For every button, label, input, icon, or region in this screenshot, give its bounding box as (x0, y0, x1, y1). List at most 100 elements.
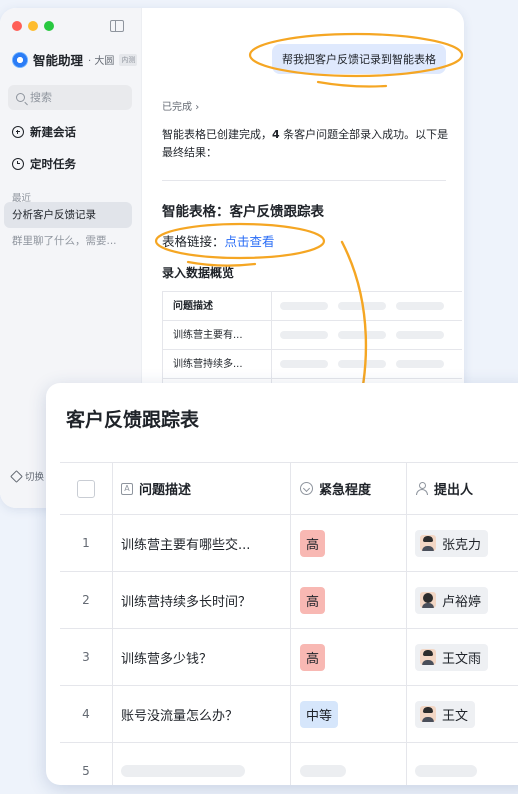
preview-cell: 训练营持续多... (162, 350, 272, 378)
minimize-window-button[interactable] (28, 21, 38, 31)
switch-label: 切换 (25, 472, 45, 483)
overview-title: 录入数据概览 (162, 266, 235, 280)
preview-header-cell: 问题描述 (162, 292, 272, 320)
reporter-cell[interactable]: 卢裕婷 (407, 572, 518, 628)
user-message-bubble: 帮我把客户反馈记录到智能表格 (272, 44, 446, 74)
table-link-label: 表格链接： (162, 234, 225, 249)
person-chip: 王文 (415, 700, 476, 728)
desc-cell[interactable]: 训练营主要有哪些交... (113, 515, 291, 571)
person-chip: 王文雨 (415, 643, 489, 671)
placeholder-cells (272, 292, 462, 320)
text-field-icon: A (121, 482, 133, 495)
column-reporter-label: 提出人 (434, 483, 474, 498)
preview-cell: 训练营主要有... (162, 321, 272, 349)
select-field-icon (300, 482, 313, 495)
table-header: A 问题描述 紧急程度 提出人 (60, 463, 518, 515)
avatar (420, 706, 436, 722)
close-window-button[interactable] (12, 21, 22, 31)
sidebar-toggle-icon[interactable] (110, 20, 124, 32)
result-table-title: 智能表格：客户反馈跟踪表 (162, 204, 324, 220)
reply-count: 4 (272, 128, 280, 141)
preview-table-header: 问题描述 (162, 292, 462, 321)
avatar (420, 649, 436, 665)
completed-label: 已完成 (162, 102, 192, 113)
new-chat-label: 新建会话 (30, 125, 76, 139)
urgency-cell[interactable]: 中等 (291, 686, 407, 742)
column-desc-label: 问题描述 (139, 483, 192, 498)
person-name: 卢裕婷 (442, 594, 482, 610)
scheduled-task-button[interactable]: 定时任务 (12, 156, 76, 172)
urgency-cell[interactable] (291, 743, 407, 785)
desc-cell[interactable] (113, 743, 291, 785)
sheet-card: 客户反馈跟踪表 A 问题描述 紧急程度 提出人 1 训练营主要有哪些交... 高 (46, 383, 518, 785)
table-row[interactable]: 2 训练营持续多长时间？ 高 卢裕婷 (60, 572, 518, 629)
placeholder-bar (415, 765, 477, 777)
person-name: 王文 (442, 708, 469, 724)
placeholder-bar (300, 765, 346, 777)
table-row[interactable]: 3 训练营多少钱？ 高 王文雨 (60, 629, 518, 686)
divider (162, 180, 446, 181)
person-name: 王文雨 (442, 651, 482, 667)
reporter-cell[interactable]: 王文 (407, 686, 518, 742)
row-number: 3 (60, 629, 113, 685)
window-controls (12, 21, 54, 31)
column-header-urgency[interactable]: 紧急程度 (291, 463, 407, 514)
person-chip: 卢裕婷 (415, 586, 489, 614)
search-input[interactable] (30, 91, 120, 104)
clock-icon (12, 158, 24, 170)
recent-item-group-chat[interactable]: 群里聊了什么，需要... (4, 228, 132, 254)
avatar (420, 592, 436, 608)
assistant-reply: 智能表格已创建完成，4 条客户问题全部录入成功。以下是最终结果： (162, 126, 452, 162)
urgency-cell[interactable]: 高 (291, 515, 407, 571)
plus-circle-icon (12, 126, 24, 138)
search-icon (16, 93, 25, 102)
column-header-reporter[interactable]: 提出人 (407, 463, 518, 514)
urgency-tag-medium: 中等 (300, 700, 339, 728)
row-number: 5 (60, 743, 113, 785)
column-header-desc[interactable]: A 问题描述 (113, 463, 291, 514)
completed-toggle[interactable]: 已完成 › (162, 98, 199, 113)
feedback-table: A 问题描述 紧急程度 提出人 1 训练营主要有哪些交... 高 张克力 2 训… (60, 462, 518, 785)
reporter-cell[interactable]: 张克力 (407, 515, 518, 571)
recent-item-feedback[interactable]: 分析客户反馈记录 (4, 202, 132, 228)
table-link-line: 表格链接：点击查看 (162, 231, 275, 250)
select-all-checkbox[interactable] (77, 479, 95, 498)
placeholder-bar (121, 765, 245, 777)
table-link[interactable]: 点击查看 (225, 234, 275, 249)
header-checkbox-cell (60, 463, 113, 514)
search-box[interactable] (8, 85, 132, 110)
chevron-right-icon: › (195, 102, 200, 113)
table-row: 训练营主要有... (162, 321, 462, 350)
column-urgency-label: 紧急程度 (319, 483, 372, 498)
reporter-cell[interactable]: 王文雨 (407, 629, 518, 685)
assistant-logo-icon (12, 51, 28, 68)
desc-cell[interactable]: 账号没流量怎么办？ (113, 686, 291, 742)
placeholder-cells (272, 350, 462, 378)
new-chat-button[interactable]: 新建会话 (12, 124, 76, 140)
table-row[interactable]: 4 账号没流量怎么办？ 中等 王文 (60, 686, 518, 743)
switch-button[interactable]: 切换 (10, 469, 45, 483)
row-number: 2 (60, 572, 113, 628)
urgency-cell[interactable]: 高 (291, 629, 407, 685)
person-field-icon (415, 482, 428, 495)
urgency-tag-high: 高 (300, 529, 326, 557)
row-number: 1 (60, 515, 113, 571)
zoom-window-button[interactable] (44, 21, 54, 31)
urgency-tag-high: 高 (300, 586, 326, 614)
desc-cell[interactable]: 训练营持续多长时间？ (113, 572, 291, 628)
brand-name: 智能助理 (33, 53, 84, 68)
table-row: 训练营持续多... (162, 350, 462, 379)
brand: 智能助理 · 大圆 内测 (12, 50, 138, 69)
urgency-tag-high: 高 (300, 643, 326, 671)
row-number: 4 (60, 686, 113, 742)
table-row[interactable]: 5 (60, 743, 518, 785)
urgency-cell[interactable]: 高 (291, 572, 407, 628)
placeholder-cells (272, 321, 462, 349)
reporter-cell[interactable] (407, 743, 518, 785)
person-name: 张克力 (442, 537, 482, 553)
reply-part1: 智能表格已创建完成， (162, 128, 272, 141)
table-row[interactable]: 1 训练营主要有哪些交... 高 张克力 (60, 515, 518, 572)
scheduled-task-label: 定时任务 (30, 157, 76, 171)
beta-badge: 内测 (119, 53, 138, 66)
desc-cell[interactable]: 训练营多少钱？ (113, 629, 291, 685)
